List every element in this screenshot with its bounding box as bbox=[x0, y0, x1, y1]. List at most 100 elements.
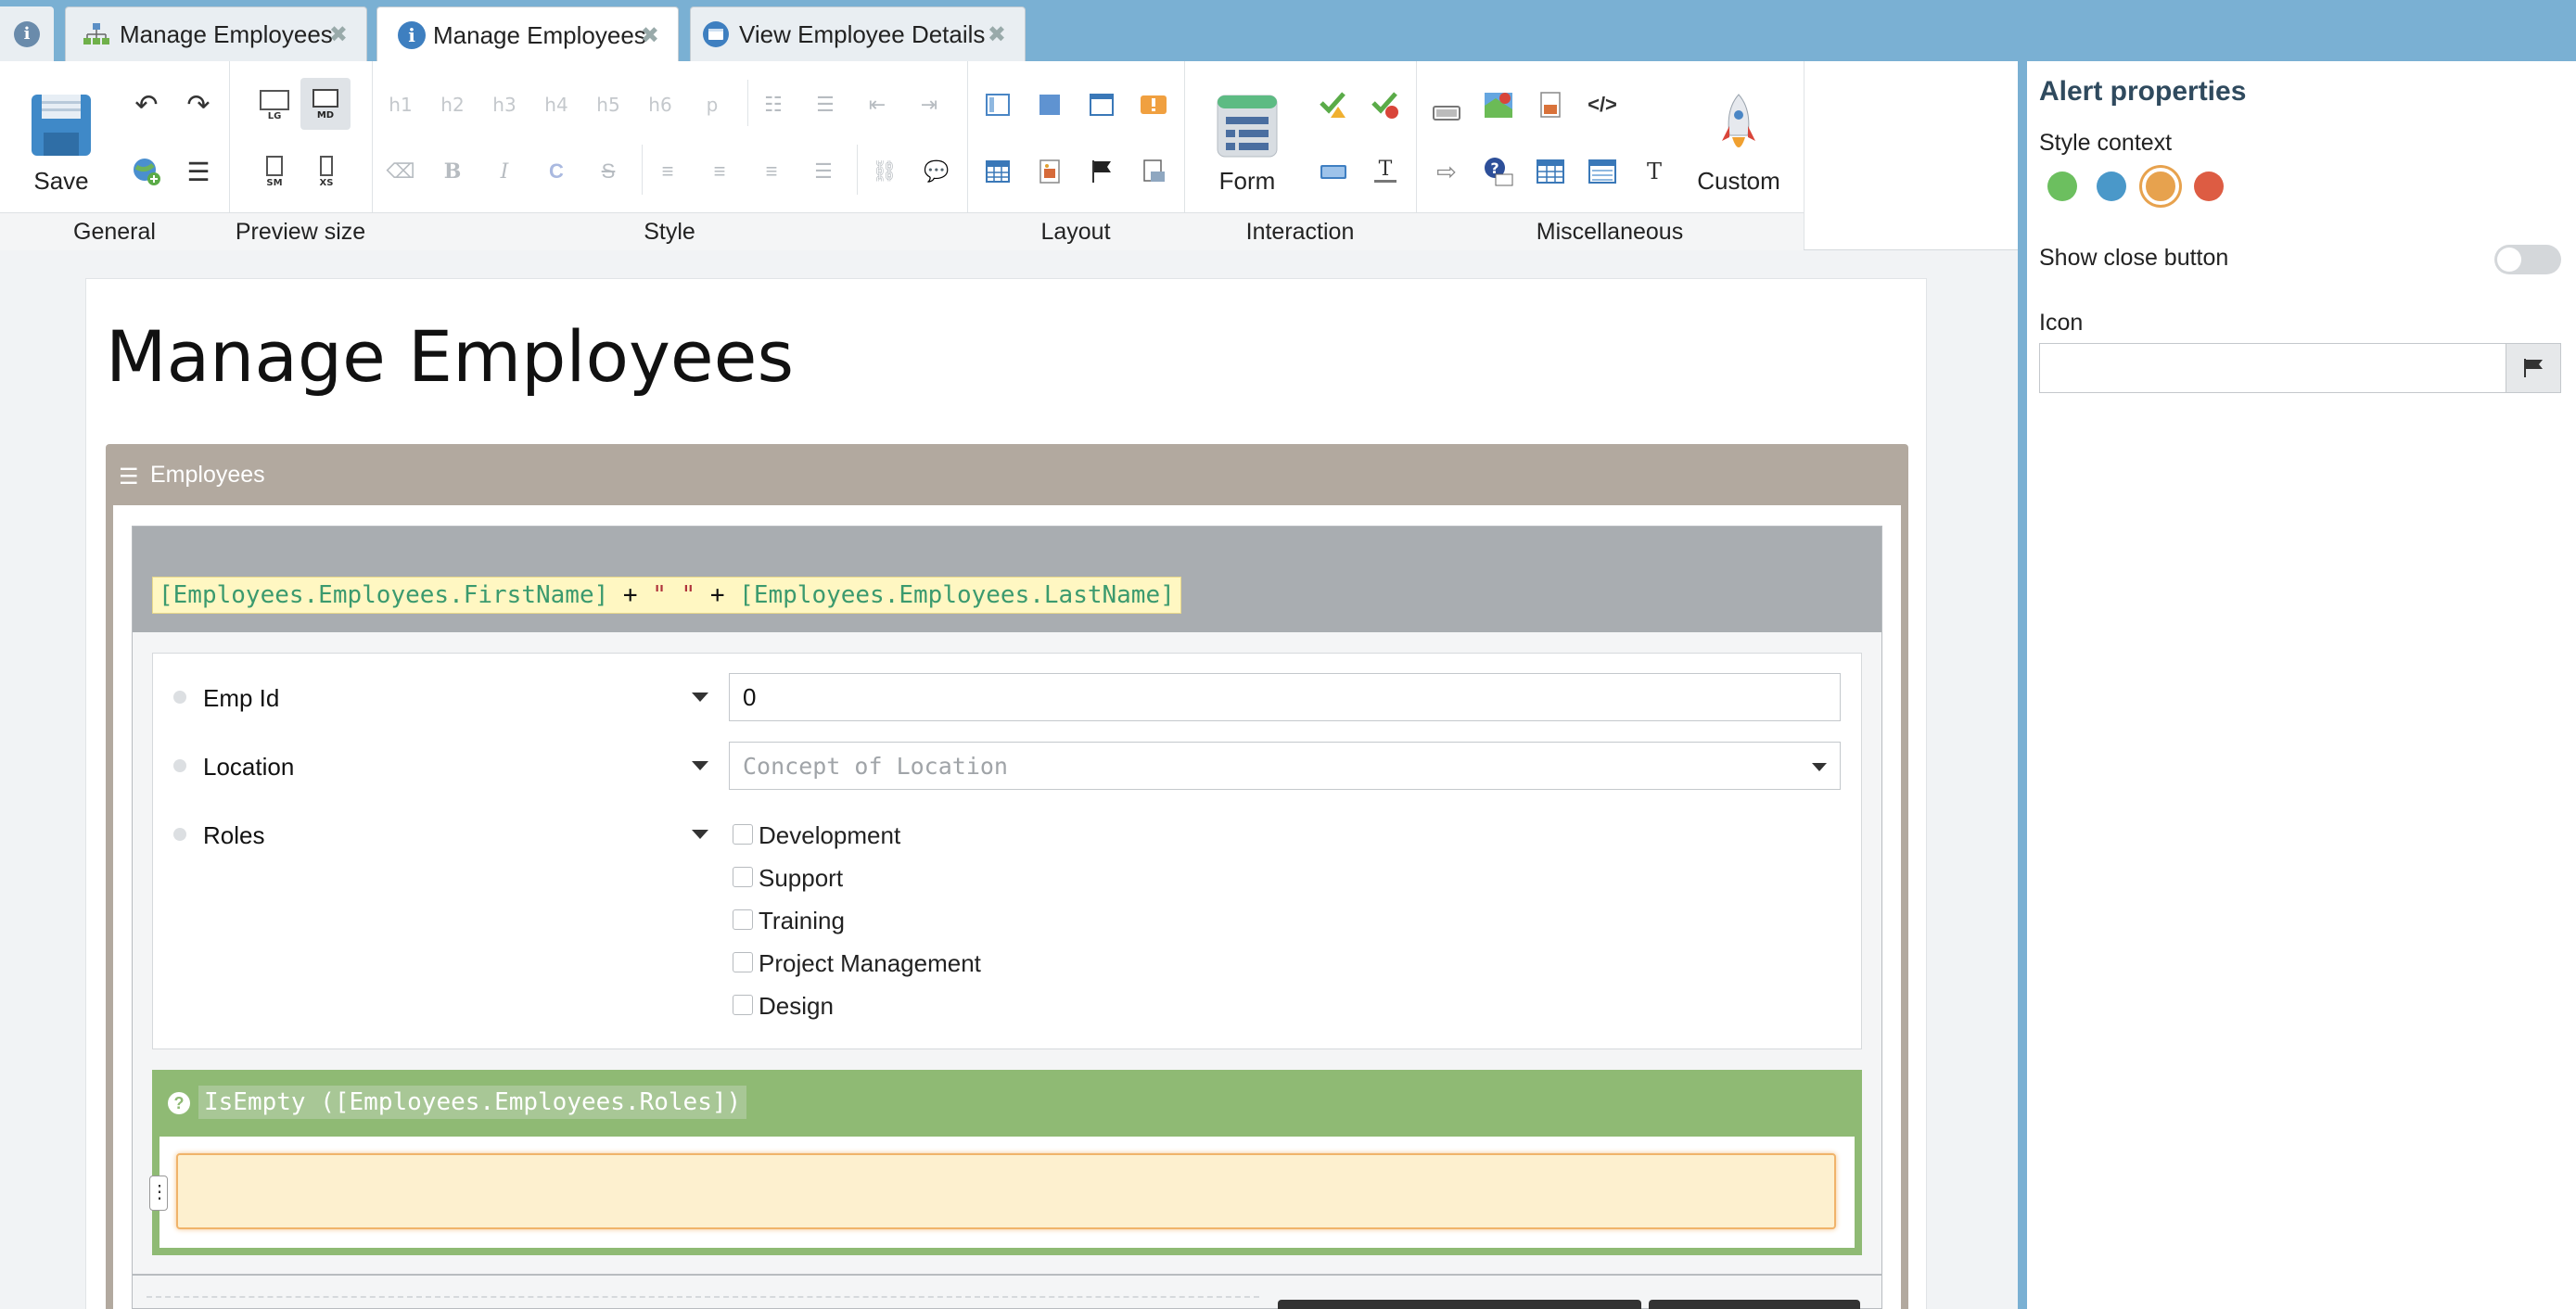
align-right-button[interactable]: ≡ bbox=[753, 153, 790, 190]
repeater-title-expression[interactable]: [Employees.Employees.FirstName] + " " + … bbox=[152, 577, 1181, 614]
arrow-button[interactable]: ⇨ bbox=[1428, 153, 1465, 190]
color-button[interactable]: C bbox=[538, 153, 575, 190]
panel-button[interactable] bbox=[1031, 86, 1068, 123]
icon-picker-button[interactable] bbox=[2506, 343, 2561, 393]
indent-button[interactable]: ⇥ bbox=[911, 86, 948, 123]
close-icon[interactable]: ✖ bbox=[988, 21, 1006, 48]
file-button[interactable] bbox=[1532, 86, 1569, 123]
image-button[interactable] bbox=[1031, 153, 1068, 190]
bold-button[interactable]: B bbox=[434, 153, 471, 190]
unordered-list-button[interactable]: ☰ bbox=[807, 86, 844, 123]
divider bbox=[642, 145, 643, 195]
align-center-icon: ≡ bbox=[713, 159, 726, 183]
icon-input[interactable] bbox=[2039, 343, 2506, 393]
link-button[interactable]: ⛓ bbox=[866, 153, 903, 190]
style-color-warning-selected[interactable] bbox=[2142, 168, 2179, 205]
role-checkbox[interactable] bbox=[733, 909, 753, 930]
style-color-danger[interactable] bbox=[2194, 172, 2224, 201]
action-button[interactable] bbox=[1649, 1300, 1860, 1309]
h3-button[interactable]: h3 bbox=[486, 86, 523, 123]
location-select[interactable]: Concept of Location bbox=[729, 742, 1841, 790]
align-left-button[interactable]: ≡ bbox=[649, 153, 686, 190]
redo-button[interactable]: ↷ bbox=[180, 86, 217, 123]
h5-button[interactable]: h5 bbox=[590, 86, 627, 123]
role-option-label: Design bbox=[759, 992, 834, 1020]
h6-button[interactable]: h6 bbox=[642, 86, 679, 123]
role-checkbox[interactable] bbox=[733, 995, 753, 1015]
code-button[interactable]: </> bbox=[1584, 86, 1621, 123]
alert-box-selected[interactable] bbox=[176, 1153, 1836, 1229]
list-view-icon bbox=[1588, 159, 1616, 184]
add-source-button[interactable] bbox=[128, 153, 165, 190]
alert-button[interactable] bbox=[1135, 86, 1172, 123]
properties-title: Alert properties bbox=[2039, 76, 2247, 107]
preview-xs-button[interactable]: XS bbox=[308, 153, 345, 190]
action-button[interactable] bbox=[1278, 1300, 1641, 1309]
style-color-success[interactable] bbox=[2047, 172, 2077, 201]
grid-button[interactable] bbox=[1532, 153, 1569, 190]
flag-button[interactable] bbox=[1083, 153, 1120, 190]
style-color-info[interactable] bbox=[2097, 172, 2126, 201]
map-button[interactable] bbox=[1480, 86, 1517, 123]
breadcrumb-button[interactable] bbox=[1428, 93, 1465, 130]
tab-manage-employees-1[interactable]: Manage Employees ✖ bbox=[65, 6, 367, 61]
tooltip-button[interactable]: 💬 bbox=[918, 153, 955, 190]
outdent-button[interactable]: ⇤ bbox=[859, 86, 896, 123]
list-view-button[interactable] bbox=[1584, 153, 1621, 190]
close-icon[interactable]: ✖ bbox=[329, 21, 348, 48]
hamburger-icon[interactable]: ☰ bbox=[119, 464, 139, 490]
map-icon bbox=[1485, 93, 1512, 118]
image-icon bbox=[1039, 159, 1060, 184]
group-label-miscellaneous: Miscellaneous bbox=[1536, 219, 1684, 245]
check-warning-icon bbox=[1320, 92, 1345, 118]
expr-firstname: [Employees.Employees.FirstName] bbox=[159, 581, 609, 609]
caret-down-icon[interactable] bbox=[692, 830, 708, 839]
tab-manage-employees-2[interactable]: i Manage Employees ✖ bbox=[376, 6, 679, 63]
validation-error-button[interactable] bbox=[1367, 86, 1404, 123]
help-button[interactable]: ? bbox=[1480, 153, 1517, 190]
text-control-button[interactable]: T bbox=[1367, 153, 1404, 190]
window-button[interactable] bbox=[1083, 86, 1120, 123]
caret-down-icon[interactable] bbox=[692, 761, 708, 770]
role-checkbox[interactable] bbox=[733, 824, 753, 845]
drag-handle-icon[interactable]: ⋮ bbox=[149, 1176, 169, 1211]
paragraph-button[interactable]: p bbox=[694, 86, 731, 123]
h2-button[interactable]: h2 bbox=[434, 86, 471, 123]
role-checkbox[interactable] bbox=[733, 867, 753, 887]
undo-button[interactable]: ↶ bbox=[128, 86, 165, 123]
outline-button[interactable]: ☰ bbox=[180, 153, 217, 190]
save-button[interactable] bbox=[26, 89, 96, 161]
condition-expression[interactable]: IsEmpty ([Employees.Employees.Roles]) bbox=[198, 1086, 747, 1119]
show-close-toggle[interactable] bbox=[2494, 245, 2561, 274]
caret-down-icon[interactable] bbox=[692, 693, 708, 702]
ordered-list-button[interactable]: ☷ bbox=[755, 86, 792, 123]
select-chevron-icon[interactable] bbox=[1812, 763, 1827, 771]
role-option-label: Development bbox=[759, 821, 901, 849]
text-button[interactable]: T bbox=[1636, 153, 1673, 190]
custom-button[interactable] bbox=[1706, 91, 1771, 159]
close-icon[interactable]: ✖ bbox=[641, 22, 659, 49]
document-button[interactable] bbox=[1135, 153, 1172, 190]
button-control-icon bbox=[1320, 165, 1346, 179]
button-control-button[interactable] bbox=[1315, 153, 1352, 190]
table-button[interactable] bbox=[979, 153, 1016, 190]
align-center-button[interactable]: ≡ bbox=[701, 153, 738, 190]
role-checkbox[interactable] bbox=[733, 952, 753, 972]
tab-view-employee-details[interactable]: View Employee Details ✖ bbox=[690, 6, 1026, 61]
h1-button[interactable]: h1 bbox=[382, 86, 419, 123]
help-icon: ? bbox=[1485, 158, 1513, 186]
h4-button[interactable]: h4 bbox=[538, 86, 575, 123]
columns-button[interactable] bbox=[979, 86, 1016, 123]
preview-lg-button[interactable]: LG bbox=[256, 86, 293, 123]
justify-button[interactable]: ☰ bbox=[805, 153, 842, 190]
form-button[interactable] bbox=[1215, 93, 1280, 159]
strikethrough-button[interactable]: S bbox=[590, 153, 627, 190]
italic-button[interactable]: I bbox=[486, 153, 523, 190]
preview-sm-button[interactable]: SM bbox=[256, 153, 293, 190]
clear-format-button[interactable]: ⌫ bbox=[382, 153, 419, 190]
preview-md-button[interactable]: MD bbox=[300, 78, 351, 130]
redo-icon: ↷ bbox=[186, 89, 210, 121]
validation-warning-button[interactable] bbox=[1315, 86, 1352, 123]
info-button[interactable]: i bbox=[0, 6, 54, 61]
emp-id-input[interactable]: 0 bbox=[729, 673, 1841, 721]
